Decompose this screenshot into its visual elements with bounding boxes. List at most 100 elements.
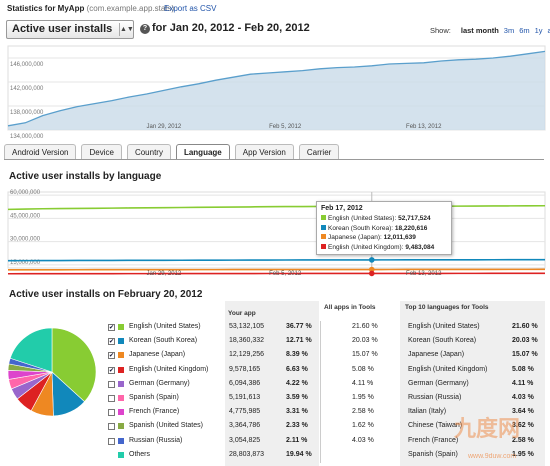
column-divider — [320, 321, 321, 463]
y-tick-label: 142,000,000 — [10, 86, 44, 92]
install-count: 12,129,256 — [229, 351, 264, 358]
series-checkbox[interactable] — [108, 395, 115, 402]
table-row: ✔English (United Kingdom)9,578,1656.63 %… — [0, 364, 550, 378]
tooltip-row: English (United States): 52,717,524 — [321, 214, 447, 224]
top10-language: Korean (South Korea) — [408, 337, 476, 344]
top10-language: English (United States) — [408, 323, 480, 330]
tooltip-row: Korean (South Korea): 18,220,616 — [321, 224, 447, 234]
all-apps-percent: 4.11 % — [352, 380, 373, 387]
series-checkbox[interactable] — [108, 409, 115, 416]
table-row: ✔Japanese (Japan)12,129,2568.39 %15.07 %… — [0, 349, 550, 363]
tooltip-row: English (United Kingdom): 9,483,084 — [321, 243, 447, 253]
tooltip-label: Japanese (Japan): — [328, 234, 382, 241]
color-swatch — [118, 452, 124, 458]
top10-language: Japanese (Japan) — [408, 351, 464, 358]
install-percent: 3.59 % — [286, 394, 308, 401]
tab-country[interactable]: Country — [127, 144, 171, 160]
tooltip-value: 52,717,524 — [396, 215, 430, 222]
top10-header: Top 10 languages for Tools — [405, 304, 495, 312]
legend-swatch — [321, 215, 326, 220]
series-checkbox[interactable] — [108, 423, 115, 430]
all-apps-percent: 2.58 % — [352, 408, 374, 415]
color-swatch — [118, 367, 124, 373]
x-tick-label: Jan 29, 2012 — [147, 124, 182, 130]
range-option-3m[interactable]: 3m — [504, 26, 514, 35]
tab-android-version[interactable]: Android Version — [4, 144, 76, 160]
top10-language: Russian (Russia) — [408, 394, 461, 401]
table-row: ✔Korean (South Korea)18,360,33212.71 %20… — [0, 335, 550, 349]
watermark-url: www.9duw.com — [468, 453, 516, 460]
language-name: Spanish (United States) — [129, 422, 203, 429]
install-count: 53,132,105 — [229, 323, 264, 330]
hover-point — [369, 257, 375, 263]
top10-percent: 5.08 % — [512, 366, 534, 373]
color-swatch — [118, 409, 124, 415]
series-line-1 — [8, 260, 545, 261]
all-apps-header: All apps in Tools — [324, 304, 384, 312]
hover-point — [369, 271, 375, 277]
tooltip-date: Feb 17, 2012 — [321, 205, 447, 212]
install-percent: 2.33 % — [286, 422, 308, 429]
series-checkbox[interactable]: ✔ — [108, 367, 115, 374]
top10-percent: 20.03 % — [512, 337, 538, 344]
language-name: Korean (South Korea) — [129, 337, 197, 344]
metric-select[interactable]: Active user installs▲▼ — [6, 20, 134, 39]
tooltip-label: Korean (South Korea): — [328, 225, 393, 232]
x-tick-label: Jan 29, 2012 — [147, 271, 182, 277]
table-row: Spanish (Spain)5,191,6133.59 %1.95 %Russ… — [0, 392, 550, 406]
top10-language: Italian (Italy) — [408, 408, 446, 415]
install-percent: 8.39 % — [286, 351, 308, 358]
top10-language: English (United Kingdom) — [408, 366, 487, 373]
your-app-header: Your app — [228, 310, 256, 317]
y-tick-label: 146,000,000 — [10, 62, 44, 68]
top10-language: French (France) — [408, 437, 458, 444]
install-count: 3,054,825 — [229, 437, 260, 444]
language-name: Russian (Russia) — [129, 437, 182, 444]
series-checkbox[interactable] — [108, 438, 115, 445]
language-name: English (United States) — [129, 323, 201, 330]
chevron-updown-icon: ▲▼ — [119, 23, 130, 36]
legend-swatch — [321, 244, 326, 249]
top10-language: German (Germany) — [408, 380, 469, 387]
legend-swatch — [321, 225, 326, 230]
tab-device[interactable]: Device — [81, 144, 121, 160]
language-name: Japanese (Japan) — [129, 351, 185, 358]
table-row: German (Germany)6,094,3864.22 %4.11 %Ger… — [0, 378, 550, 392]
range-option-last-month[interactable]: last month — [461, 26, 499, 35]
x-tick-label: Feb 5, 2012 — [269, 124, 302, 130]
series-checkbox[interactable] — [108, 381, 115, 388]
series-line-2 — [8, 269, 545, 270]
x-tick-label: Feb 5, 2012 — [269, 271, 302, 277]
language-name: English (United Kingdom) — [129, 366, 208, 373]
series-checkbox[interactable]: ✔ — [108, 338, 115, 345]
all-apps-percent: 1.95 % — [352, 394, 374, 401]
top10-percent: 21.60 % — [512, 323, 538, 330]
app-title: Statistics for MyApp — [7, 4, 84, 13]
install-count: 9,578,165 — [229, 366, 260, 373]
top10-language: Spanish (Spain) — [408, 451, 458, 458]
color-swatch — [118, 395, 124, 401]
language-line-chart: 60,000,00045,000,00030,000,00015,000,000… — [0, 188, 550, 278]
install-count: 4,775,985 — [229, 408, 260, 415]
series-checkbox[interactable]: ✔ — [108, 352, 115, 359]
package-name: (com.example.app.stats) — [87, 4, 175, 13]
help-icon[interactable]: ? — [140, 24, 150, 34]
export-csv-link[interactable]: Export as CSV — [164, 4, 216, 13]
series-checkbox[interactable]: ✔ — [108, 324, 115, 331]
install-count: 28,803,873 — [229, 451, 264, 458]
y-tick-label: 60,000,000 — [10, 190, 41, 196]
range-option-1y[interactable]: 1y — [535, 26, 543, 35]
x-tick-label: Feb 13, 2012 — [406, 271, 442, 277]
y-tick-label: 134,000,000 — [10, 134, 44, 140]
pie-section-title: Active user installs on February 20, 201… — [9, 289, 202, 300]
language-name: Others — [129, 451, 150, 458]
tab-carrier[interactable]: Carrier — [299, 144, 339, 160]
color-swatch — [118, 381, 124, 387]
tab-app-version[interactable]: App Version — [235, 144, 294, 160]
language-name: Spanish (Spain) — [129, 394, 179, 401]
all-apps-percent: 21.60 % — [352, 323, 378, 330]
top10-percent: 4.03 % — [512, 394, 534, 401]
tab-language[interactable]: Language — [176, 144, 230, 160]
dimension-tabs: Android Version Device Country Language App … — [4, 144, 339, 160]
range-option-6m[interactable]: 6m — [519, 26, 529, 35]
